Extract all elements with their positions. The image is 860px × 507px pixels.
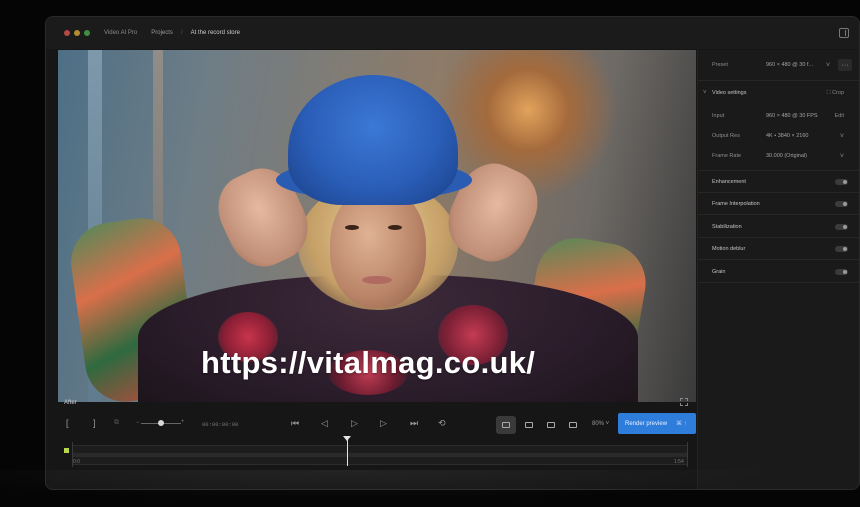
video-settings-title: Video settings	[712, 90, 747, 96]
minimize-window-button[interactable]	[74, 30, 80, 36]
divider	[698, 80, 859, 81]
mark-in-button[interactable]: [	[66, 419, 69, 428]
close-window-button[interactable]	[64, 30, 70, 36]
volume-up-icon[interactable]: +	[181, 419, 185, 425]
skip-to-start-icon[interactable]: ⏮	[291, 419, 299, 428]
timeline-start-marker[interactable]	[64, 448, 69, 453]
enhancement-row[interactable]: Enhancement	[698, 172, 859, 192]
chevron-down-icon[interactable]: ˅	[826, 62, 830, 69]
zoom-value: 80%	[592, 421, 605, 427]
fit-screen-icon[interactable]	[680, 398, 688, 406]
breadcrumb-projects[interactable]: Projects	[151, 30, 173, 36]
app-name: Video AI Pro	[104, 30, 138, 36]
surface-reflection	[0, 470, 860, 507]
lips	[362, 276, 392, 284]
settings-sidebar: Preset 960 × 480 @ 30 f... ˅ ··· ˅ Video…	[697, 50, 859, 489]
breadcrumb-separator: /	[180, 30, 183, 36]
chevron-down-icon[interactable]: ˅	[840, 133, 844, 140]
chevron-down-icon[interactable]: ˅	[840, 153, 844, 160]
breadcrumb-current: At the record store	[190, 30, 240, 36]
volume-slider-knob[interactable]	[158, 420, 164, 426]
title-bar: Video AI Pro Projects / At the record st…	[46, 17, 859, 49]
enhancement-toggle[interactable]	[835, 179, 848, 185]
step-forward-icon[interactable]: ▷	[380, 419, 387, 428]
sidebar-toggle-icon[interactable]	[839, 28, 849, 38]
split-view-icon	[547, 422, 555, 428]
output-res-value[interactable]: 4K • 3840 × 2160	[766, 133, 808, 139]
playhead[interactable]	[347, 439, 348, 466]
skip-to-end-icon[interactable]: ⏭	[410, 419, 418, 428]
frame-rate-label: Frame Rate	[712, 153, 742, 159]
render-shortcut: ⌘ ↑	[676, 421, 687, 427]
timeline-start-label: 0:0	[73, 459, 80, 465]
preset-value[interactable]: 960 × 480 @ 30 f...	[766, 62, 813, 68]
timecode: 00:00:00:00	[202, 421, 239, 428]
window-controls	[64, 30, 90, 36]
app-window: Video AI Pro Projects / At the record st…	[45, 16, 860, 490]
after-label: After	[64, 400, 77, 406]
right-eye	[388, 225, 402, 230]
stabilization-row[interactable]: Stabilization	[698, 217, 859, 237]
single-view-button[interactable]	[496, 416, 516, 434]
preset-label: Preset	[712, 62, 728, 68]
split-view-button[interactable]	[541, 416, 561, 434]
frame-rate-row[interactable]: Frame Rate 30.000 (Original) ˅	[698, 146, 859, 166]
stabilization-label: Stabilization	[712, 224, 742, 230]
divider	[698, 214, 859, 215]
zoom-select[interactable]: 80% ˅	[592, 421, 609, 427]
single-view-icon	[502, 422, 510, 428]
motion-deblur-row[interactable]: Motion deblur	[698, 239, 859, 259]
clip-range-icon[interactable]: ⧉	[114, 419, 119, 426]
timeline[interactable]: 0:0 1:54	[64, 436, 688, 467]
chevron-down-icon: ˅	[703, 90, 707, 96]
frame-rate-value[interactable]: 30.000 (Original)	[766, 153, 807, 159]
input-row: Input 960 × 480 @ 30 FPS Edit	[698, 106, 859, 126]
side-by-side-view-button[interactable]	[519, 416, 539, 434]
output-res-row[interactable]: Output Res 4K • 3840 × 2160 ˅	[698, 126, 859, 146]
video-settings-header[interactable]: ˅ Video settings ⛶ Crop	[698, 83, 859, 103]
divider	[698, 259, 859, 260]
divider	[698, 237, 859, 238]
bucket-hat	[288, 75, 458, 205]
grain-row[interactable]: Grain	[698, 262, 859, 282]
frame-interpolation-row[interactable]: Frame Interpolation	[698, 194, 859, 214]
compare-view-button[interactable]	[563, 416, 583, 434]
stabilization-toggle[interactable]	[835, 224, 848, 230]
watermark-text: https://vitalmag.co.uk/	[201, 345, 536, 380]
step-back-icon[interactable]: ◁	[321, 419, 328, 428]
frame-interpolation-toggle[interactable]	[835, 201, 848, 207]
divider	[698, 192, 859, 193]
zoom-window-button[interactable]	[84, 30, 90, 36]
output-res-label: Output Res	[712, 133, 740, 139]
crop-button[interactable]: ⛶ Crop	[827, 90, 844, 97]
mark-out-button[interactable]: ]	[93, 419, 96, 428]
timeline-clip[interactable]	[72, 453, 688, 457]
input-value: 960 × 480 @ 30 FPS	[766, 113, 818, 119]
render-preview-button[interactable]: Render preview ⌘ ↑	[618, 413, 696, 434]
enhancement-label: Enhancement	[712, 179, 746, 185]
divider	[698, 282, 859, 283]
preset-row[interactable]: Preset 960 × 480 @ 30 f... ˅ ···	[698, 55, 859, 75]
frame-interpolation-label: Frame Interpolation	[712, 201, 760, 207]
render-preview-label: Render preview	[625, 420, 668, 427]
play-icon[interactable]: ▷	[351, 419, 358, 428]
divider	[698, 170, 859, 171]
loop-icon[interactable]: ⟲	[438, 419, 446, 428]
timeline-end-label: 1:54	[674, 459, 684, 465]
input-edit-button[interactable]: Edit	[835, 113, 844, 119]
motion-deblur-label: Motion deblur	[712, 246, 746, 252]
motion-deblur-toggle[interactable]	[835, 246, 848, 252]
volume-down-icon[interactable]: −	[136, 420, 140, 426]
grain-label: Grain	[712, 269, 726, 275]
side-by-side-icon	[525, 422, 533, 428]
preset-more-button[interactable]: ···	[838, 59, 852, 71]
crop-label: Crop	[832, 89, 844, 96]
input-label: Input	[712, 113, 725, 119]
compare-view-icon	[569, 422, 577, 428]
grain-toggle[interactable]	[835, 269, 848, 275]
left-eye	[345, 225, 359, 230]
playback-controls: [ ] ⧉ − + 00:00:00:00 ⏮ ◁ ▷ ▷ ⏭ ⟲ 80% ˅ …	[46, 410, 706, 438]
timeline-end-edge	[687, 442, 688, 467]
